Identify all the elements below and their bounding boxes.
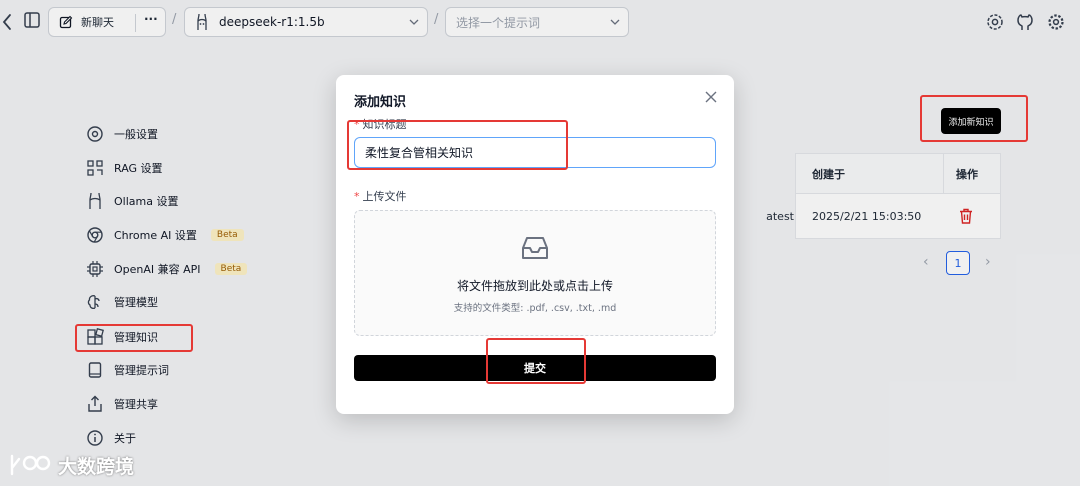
annotation-box — [347, 120, 568, 170]
dropzone-main-text: 将文件拖放到此处或点击上传 — [456, 279, 613, 293]
file-dropzone[interactable]: 将文件拖放到此处或点击上传 支持的文件类型: .pdf, .csv, .txt,… — [354, 210, 716, 336]
file-field-label: * 上传文件 — [354, 188, 407, 204]
watermark: 大数跨境 — [10, 452, 134, 479]
modal-title: 添加知识 — [354, 95, 407, 110]
watermark-text: 大数跨境 — [58, 456, 135, 478]
annotation-box — [75, 324, 193, 352]
dropzone-file-types: 支持的文件类型: .pdf, .csv, .txt, .md — [453, 303, 617, 314]
brand-logo-icon — [10, 454, 52, 478]
annotation-box — [486, 338, 586, 384]
required-mark: * — [354, 190, 360, 203]
file-label-text: 上传文件 — [362, 190, 407, 203]
annotation-box — [920, 95, 1028, 142]
close-icon[interactable] — [702, 88, 720, 106]
inbox-icon — [520, 235, 550, 261]
